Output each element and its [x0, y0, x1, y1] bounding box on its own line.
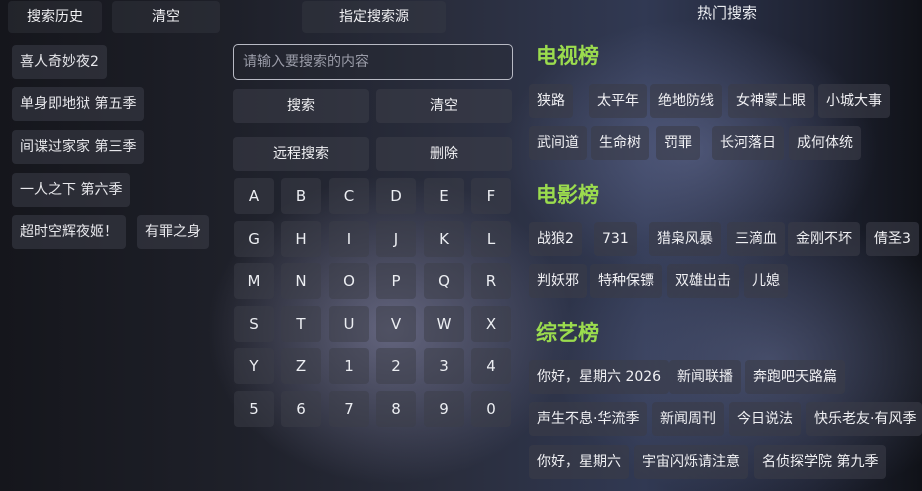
- key[interactable]: Q: [424, 263, 464, 299]
- key[interactable]: 5: [234, 391, 274, 427]
- key[interactable]: 9: [424, 391, 464, 427]
- key[interactable]: U: [329, 306, 369, 342]
- movie-ranking-item[interactable]: 儿媳: [744, 264, 788, 298]
- key[interactable]: D: [376, 178, 416, 214]
- key[interactable]: B: [281, 178, 321, 214]
- history-item[interactable]: 一人之下 第六季: [12, 173, 131, 207]
- key[interactable]: 1: [329, 348, 369, 384]
- tv-ranking-item[interactable]: 武间道: [529, 126, 587, 160]
- variety-ranking-item[interactable]: 今日说法: [729, 402, 801, 436]
- key[interactable]: E: [424, 178, 464, 214]
- history-item[interactable]: 喜人奇妙夜2: [12, 45, 107, 79]
- key[interactable]: R: [471, 263, 511, 299]
- key[interactable]: H: [281, 221, 321, 257]
- key[interactable]: N: [281, 263, 321, 299]
- variety-ranking-item[interactable]: 宇宙闪烁请注意: [634, 445, 748, 479]
- key[interactable]: A: [234, 178, 274, 214]
- tv-ranking-item[interactable]: 罚罪: [656, 126, 700, 160]
- key[interactable]: 8: [376, 391, 416, 427]
- key[interactable]: 2: [376, 348, 416, 384]
- tv-ranking-item[interactable]: 成何体统: [789, 126, 861, 160]
- tv-ranking-item[interactable]: 小城大事: [818, 84, 890, 118]
- search-input[interactable]: [233, 44, 513, 80]
- clear-history-button[interactable]: 清空: [112, 1, 220, 33]
- variety-ranking-item[interactable]: 声生不息·华流季: [529, 402, 648, 436]
- movie-ranking-item[interactable]: 特种保镖: [590, 264, 662, 298]
- movie-ranking-item[interactable]: 战狼2: [529, 222, 582, 256]
- key[interactable]: X: [471, 306, 511, 342]
- key[interactable]: W: [424, 306, 464, 342]
- search-button[interactable]: 搜索: [233, 89, 369, 123]
- search-history-title[interactable]: 搜索历史: [8, 1, 102, 33]
- key[interactable]: P: [376, 263, 416, 299]
- key[interactable]: J: [376, 221, 416, 257]
- key[interactable]: 4: [471, 348, 511, 384]
- tv-ranking-item[interactable]: 绝地防线: [650, 84, 722, 118]
- key[interactable]: G: [234, 221, 274, 257]
- hot-search-title: 热门搜索: [697, 4, 758, 22]
- key[interactable]: 7: [329, 391, 369, 427]
- tv-ranking-item[interactable]: 狭路: [529, 84, 573, 118]
- movie-ranking-item[interactable]: 金刚不坏: [788, 222, 860, 256]
- key[interactable]: 6: [281, 391, 321, 427]
- key[interactable]: 3: [424, 348, 464, 384]
- key[interactable]: I: [329, 221, 369, 257]
- tv-ranking-item[interactable]: 太平年: [589, 84, 647, 118]
- history-item[interactable]: 单身即地狱 第五季: [12, 87, 145, 121]
- search-source-button[interactable]: 指定搜索源: [302, 1, 446, 33]
- delete-button[interactable]: 删除: [376, 137, 512, 171]
- key[interactable]: C: [329, 178, 369, 214]
- tv-ranking-item[interactable]: 女神蒙上眼: [728, 84, 814, 118]
- key[interactable]: M: [234, 263, 274, 299]
- variety-ranking-item[interactable]: 奔跑吧天路篇: [745, 360, 845, 394]
- movie-ranking-item[interactable]: 双雄出击: [667, 264, 739, 298]
- tv-ranking-item[interactable]: 生命树: [591, 126, 649, 160]
- key[interactable]: O: [329, 263, 369, 299]
- tv-ranking-item[interactable]: 长河落日: [712, 126, 784, 160]
- movie-ranking-item[interactable]: 猎枭风暴: [649, 222, 721, 256]
- clear-input-button[interactable]: 清空: [376, 89, 512, 123]
- variety-ranking-item[interactable]: 新闻周刊: [652, 402, 724, 436]
- movie-ranking-title: 电影榜: [536, 183, 599, 207]
- tv-ranking-title: 电视榜: [536, 44, 599, 68]
- key[interactable]: T: [281, 306, 321, 342]
- variety-ranking-item[interactable]: 新闻联播: [669, 360, 741, 394]
- movie-ranking-item[interactable]: 731: [594, 222, 637, 256]
- movie-ranking-item[interactable]: 倩圣3: [866, 222, 919, 256]
- variety-ranking-item[interactable]: 快乐老友·有风季: [806, 402, 922, 436]
- remote-search-button[interactable]: 远程搜索: [233, 137, 369, 171]
- key[interactable]: S: [234, 306, 274, 342]
- variety-ranking-title: 综艺榜: [536, 321, 599, 345]
- variety-ranking-item[interactable]: 你好，星期六 2026: [529, 360, 670, 394]
- movie-ranking-item[interactable]: 判妖邪: [529, 264, 587, 298]
- key[interactable]: Z: [281, 348, 321, 384]
- history-item[interactable]: 超时空辉夜姬！: [12, 215, 126, 249]
- key[interactable]: L: [471, 221, 511, 257]
- variety-ranking-item[interactable]: 名侦探学院 第九季: [754, 445, 887, 479]
- key[interactable]: F: [471, 178, 511, 214]
- history-item[interactable]: 有罪之身: [137, 215, 209, 249]
- key[interactable]: Y: [234, 348, 274, 384]
- history-item[interactable]: 间谍过家家 第三季: [12, 130, 145, 164]
- variety-ranking-item[interactable]: 你好，星期六: [529, 445, 629, 479]
- key[interactable]: K: [424, 221, 464, 257]
- movie-ranking-item[interactable]: 三滴血: [727, 222, 785, 256]
- key[interactable]: 0: [471, 391, 511, 427]
- key[interactable]: V: [376, 306, 416, 342]
